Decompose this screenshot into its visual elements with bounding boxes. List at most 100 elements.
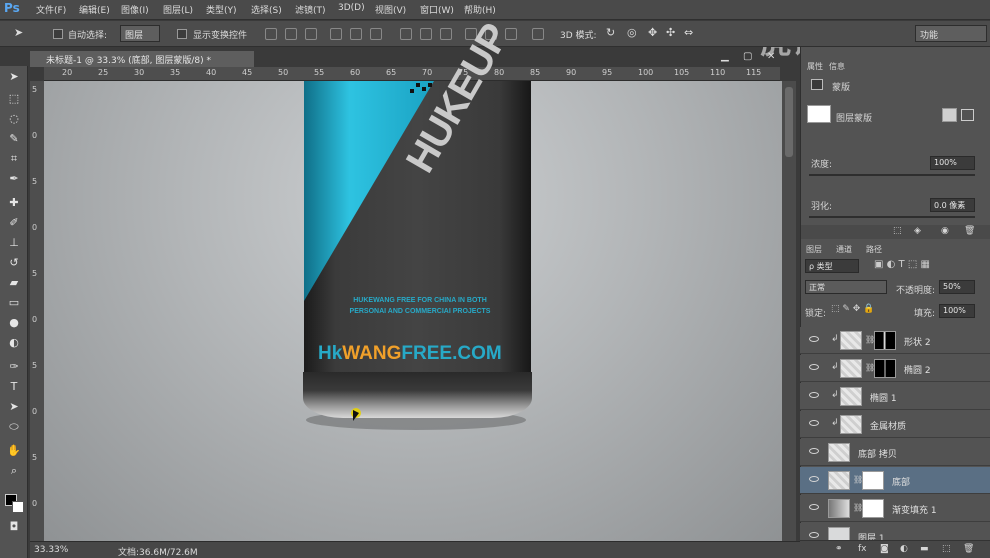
blur-tool-icon[interactable]: ●: [4, 314, 24, 332]
tab-paths[interactable]: 路径: [866, 244, 882, 255]
layer-kind-filter[interactable]: ρ 类型: [805, 259, 859, 273]
pen-tool-icon[interactable]: ✑: [4, 358, 24, 376]
align-top-icon[interactable]: [265, 28, 277, 40]
show-transform-checkbox[interactable]: [177, 29, 187, 39]
auto-select-dropdown[interactable]: 图层: [120, 25, 160, 42]
layer-row[interactable]: ↲ ⛓ 形状 2: [800, 327, 990, 354]
3d-rotate-icon[interactable]: ↻: [606, 26, 615, 39]
quick-mask-icon[interactable]: ◘: [4, 518, 24, 536]
quick-select-tool-icon[interactable]: ✎: [4, 130, 24, 148]
apply-mask-icon[interactable]: ◈: [914, 226, 921, 236]
layer-style-icon[interactable]: fx: [858, 544, 867, 554]
menu-filter[interactable]: 滤镜(T): [295, 3, 326, 16]
menu-type[interactable]: 类型(Y): [206, 3, 237, 16]
auto-align-icon[interactable]: [532, 28, 544, 40]
tab-info[interactable]: 信息: [829, 61, 845, 72]
layer-row[interactable]: ↲ 金属材质: [800, 411, 990, 438]
vector-mask-icon[interactable]: [961, 109, 974, 121]
tab-properties[interactable]: 属性: [807, 61, 823, 72]
align-bottom-icon[interactable]: [305, 28, 317, 40]
layer-mask-thumbnail[interactable]: [874, 331, 896, 350]
layer-filter-icons[interactable]: ▣ ◐ T ⬚ ▦: [874, 259, 974, 270]
menu-image[interactable]: 图像(I): [121, 3, 149, 16]
menu-select[interactable]: 选择(S): [251, 3, 282, 16]
add-mask-icon[interactable]: ◙: [880, 544, 889, 554]
menu-3d[interactable]: 3D(D): [338, 3, 365, 13]
3d-scale-icon[interactable]: ⇔: [684, 26, 693, 39]
feather-field[interactable]: 0.0 像素: [930, 198, 975, 212]
shape-tool-icon[interactable]: ⬭: [4, 418, 24, 436]
document-tab[interactable]: 未标题-1 @ 33.3% (底部, 图层蒙版/8) *: [30, 51, 254, 67]
background-color-swatch[interactable]: [12, 501, 24, 513]
pixel-mask-icon[interactable]: [942, 108, 957, 122]
menu-edit[interactable]: 编辑(E): [79, 3, 110, 16]
vertical-scrollbar[interactable]: [782, 81, 796, 541]
menu-help[interactable]: 帮助(H): [464, 3, 496, 16]
zoom-tool-icon[interactable]: ⌕: [4, 462, 24, 480]
align-hcenter-icon[interactable]: [350, 28, 362, 40]
clone-stamp-tool-icon[interactable]: ⊥: [4, 234, 24, 252]
eye-icon[interactable]: [809, 532, 819, 538]
align-vcenter-icon[interactable]: [285, 28, 297, 40]
new-group-icon[interactable]: ▬: [920, 544, 929, 554]
density-slider[interactable]: [809, 174, 975, 176]
minimize-icon[interactable]: ▁: [721, 51, 729, 62]
fill-field[interactable]: 100%: [939, 304, 975, 318]
feather-slider[interactable]: [809, 216, 975, 218]
eye-icon[interactable]: [809, 504, 819, 510]
history-brush-tool-icon[interactable]: ↺: [4, 254, 24, 272]
blend-mode-dropdown[interactable]: 正常: [805, 280, 887, 294]
dodge-tool-icon[interactable]: ◐: [4, 334, 24, 352]
layer-row[interactable]: ⛓ 底部: [800, 467, 990, 494]
hand-tool-icon[interactable]: ✋: [4, 442, 24, 460]
document-info[interactable]: 文档:36.6M/72.6M: [118, 545, 198, 558]
eye-icon[interactable]: [809, 476, 819, 482]
eraser-tool-icon[interactable]: ▰: [4, 274, 24, 292]
load-selection-icon[interactable]: ⬚: [893, 226, 902, 236]
tab-channels[interactable]: 通道: [836, 244, 852, 255]
3d-slide-icon[interactable]: ✣: [666, 26, 675, 39]
menu-window[interactable]: 窗口(W): [420, 3, 454, 16]
align-right-icon[interactable]: [370, 28, 382, 40]
visibility-eye-icon[interactable]: ◉: [941, 226, 949, 236]
brush-tool-icon[interactable]: ✐: [4, 214, 24, 232]
distribute-bottom-icon[interactable]: [440, 28, 452, 40]
auto-select-checkbox[interactable]: [53, 29, 63, 39]
scroll-thumb[interactable]: [785, 87, 793, 157]
layer-mask-thumbnail[interactable]: [874, 359, 896, 378]
new-layer-icon[interactable]: ⬚: [942, 544, 951, 554]
menu-layer[interactable]: 图层(L): [163, 3, 193, 16]
layer-row[interactable]: ⛓ 渐变填充 1: [800, 495, 990, 522]
eyedropper-tool-icon[interactable]: ✒: [4, 170, 24, 188]
lock-icons[interactable]: ⬚ ✎ ✥ 🔒: [831, 304, 874, 314]
move-tool-icon[interactable]: ➤: [4, 68, 24, 86]
density-field[interactable]: 100%: [930, 156, 975, 170]
adjustment-layer-icon[interactable]: ◐: [900, 544, 908, 554]
zoom-level[interactable]: 33.33%: [34, 545, 68, 555]
maximize-icon[interactable]: ▢: [743, 51, 752, 62]
healing-brush-tool-icon[interactable]: ✚: [4, 194, 24, 212]
crop-tool-icon[interactable]: ⌗: [4, 150, 24, 168]
workspace-dropdown[interactable]: 功能: [915, 25, 987, 42]
link-layers-icon[interactable]: ⚭: [835, 544, 843, 554]
layer-row[interactable]: ↲ 椭圆 1: [800, 383, 990, 410]
opacity-field[interactable]: 50%: [939, 280, 975, 294]
layer-row[interactable]: ↲ ⛓ 椭圆 2: [800, 355, 990, 382]
path-select-tool-icon[interactable]: ➤: [4, 398, 24, 416]
distribute-vcenter-icon[interactable]: [420, 28, 432, 40]
3d-roll-icon[interactable]: ◎: [627, 26, 637, 39]
delete-mask-icon[interactable]: 🗑: [964, 226, 975, 236]
3d-pan-icon[interactable]: ✥: [648, 26, 657, 39]
gradient-tool-icon[interactable]: ▭: [4, 294, 24, 312]
menu-view[interactable]: 视图(V): [375, 3, 406, 16]
marquee-tool-icon[interactable]: ⬚: [4, 90, 24, 108]
lasso-tool-icon[interactable]: ◌: [4, 110, 24, 128]
menu-file[interactable]: 文件(F): [36, 3, 66, 16]
eye-icon[interactable]: [809, 364, 819, 370]
layer-mask-thumbnail[interactable]: [862, 471, 884, 490]
close-icon[interactable]: ✕: [767, 51, 775, 62]
layer-mask-thumbnail[interactable]: [862, 499, 884, 518]
eye-icon[interactable]: [809, 392, 819, 398]
layer-row[interactable]: 底部 拷贝: [800, 439, 990, 466]
eye-icon[interactable]: [809, 448, 819, 454]
